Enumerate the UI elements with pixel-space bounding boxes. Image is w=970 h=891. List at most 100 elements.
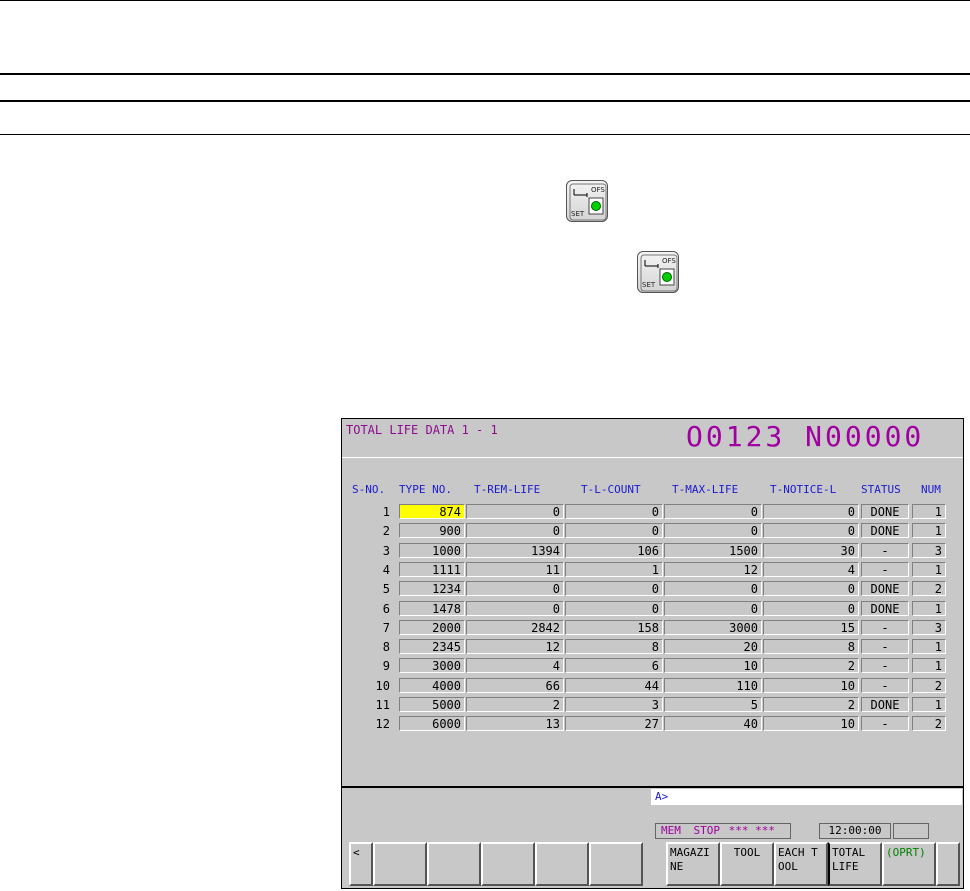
- cell-count[interactable]: 158: [565, 619, 663, 635]
- cell-type[interactable]: 1000: [399, 542, 465, 558]
- cell-notice[interactable]: 10: [763, 716, 859, 732]
- cell-rem[interactable]: 13: [466, 716, 564, 732]
- cell-status[interactable]: DONE: [861, 697, 909, 712]
- cell-status[interactable]: -: [861, 561, 909, 577]
- table-row: 11 5000 2 3 5 2 DONE 1: [342, 696, 963, 715]
- cell-notice[interactable]: 30: [763, 542, 859, 558]
- cell-rem[interactable]: 66: [466, 677, 564, 693]
- cell-type[interactable]: 874: [399, 504, 465, 519]
- cell-count[interactable]: 0: [565, 504, 663, 519]
- cell-num[interactable]: 1: [912, 523, 946, 539]
- cell-num[interactable]: 1: [912, 697, 946, 712]
- softkey-blank-1[interactable]: [373, 842, 427, 886]
- cell-type[interactable]: 900: [399, 523, 465, 539]
- cell-status[interactable]: DONE: [861, 581, 909, 597]
- cell-max[interactable]: 0: [664, 600, 762, 616]
- cell-count[interactable]: 27: [565, 716, 663, 732]
- cell-count[interactable]: 1: [565, 561, 663, 577]
- softkey-left-arrow[interactable]: <: [349, 842, 373, 886]
- cell-count[interactable]: 6: [565, 658, 663, 674]
- cell-max[interactable]: 12: [664, 561, 762, 577]
- cell-count[interactable]: 106: [565, 542, 663, 558]
- cell-type[interactable]: 3000: [399, 658, 465, 674]
- cell-notice[interactable]: 0: [763, 523, 859, 539]
- softkey-magazine[interactable]: MAGAZINE: [666, 842, 720, 886]
- cell-max[interactable]: 1500: [664, 542, 762, 558]
- cell-type[interactable]: 6000: [399, 716, 465, 732]
- cell-status[interactable]: -: [861, 716, 909, 732]
- cell-type[interactable]: 2000: [399, 619, 465, 635]
- cell-num[interactable]: 1: [912, 504, 946, 519]
- softkey-blank-2[interactable]: [427, 842, 481, 886]
- cell-type[interactable]: 1478: [399, 600, 465, 616]
- cell-rem[interactable]: 4: [466, 658, 564, 674]
- cell-max[interactable]: 3000: [664, 619, 762, 635]
- cell-rem[interactable]: 0: [466, 581, 564, 597]
- cell-rem[interactable]: 0: [466, 600, 564, 616]
- cell-max[interactable]: 0: [664, 504, 762, 519]
- set-label-2: SET: [642, 281, 656, 289]
- cell-max[interactable]: 20: [664, 639, 762, 655]
- cell-count[interactable]: 8: [565, 639, 663, 655]
- softkey-oprt[interactable]: (OPRT): [882, 842, 936, 886]
- cell-rem[interactable]: 2: [466, 697, 564, 712]
- cell-status[interactable]: DONE: [861, 504, 909, 519]
- cell-rem[interactable]: 11: [466, 561, 564, 577]
- cell-count[interactable]: 0: [565, 600, 663, 616]
- cell-status[interactable]: -: [861, 658, 909, 674]
- cell-status[interactable]: DONE: [861, 600, 909, 616]
- cell-max[interactable]: 10: [664, 658, 762, 674]
- cell-num[interactable]: 1: [912, 600, 946, 616]
- cell-max[interactable]: 0: [664, 581, 762, 597]
- command-input[interactable]: A>: [651, 789, 962, 805]
- cell-num[interactable]: 1: [912, 639, 946, 655]
- cell-notice[interactable]: 2: [763, 658, 859, 674]
- softkey-blank-4[interactable]: [535, 842, 589, 886]
- cell-notice[interactable]: 15: [763, 619, 859, 635]
- cell-count[interactable]: 44: [565, 677, 663, 693]
- cell-num[interactable]: 1: [912, 658, 946, 674]
- cell-max[interactable]: 0: [664, 523, 762, 539]
- cell-type[interactable]: 1234: [399, 581, 465, 597]
- cell-num[interactable]: 1: [912, 561, 946, 577]
- cell-notice[interactable]: 8: [763, 639, 859, 655]
- cell-max[interactable]: 5: [664, 697, 762, 712]
- cell-count[interactable]: 0: [565, 581, 663, 597]
- cell-max[interactable]: 40: [664, 716, 762, 732]
- cell-rem[interactable]: 2842: [466, 619, 564, 635]
- softkey-tool[interactable]: TOOL: [720, 842, 774, 886]
- cell-num[interactable]: 3: [912, 619, 946, 635]
- cell-rem[interactable]: 1394: [466, 542, 564, 558]
- cell-max[interactable]: 110: [664, 677, 762, 693]
- cell-rem[interactable]: 0: [466, 504, 564, 519]
- cell-type[interactable]: 5000: [399, 697, 465, 712]
- cell-count[interactable]: 0: [565, 523, 663, 539]
- cell-num[interactable]: 2: [912, 716, 946, 732]
- cell-rem[interactable]: 0: [466, 523, 564, 539]
- cell-num[interactable]: 3: [912, 542, 946, 558]
- cell-notice[interactable]: 0: [763, 600, 859, 616]
- cell-notice[interactable]: 0: [763, 581, 859, 597]
- cell-type[interactable]: 4000: [399, 677, 465, 693]
- softkey-right-blank[interactable]: [936, 842, 960, 886]
- softkey-total-life[interactable]: TOTAL LIFE: [828, 842, 882, 886]
- cell-status[interactable]: -: [861, 677, 909, 693]
- cell-type[interactable]: 1111: [399, 561, 465, 577]
- cell-notice[interactable]: 2: [763, 697, 859, 712]
- cell-notice[interactable]: 10: [763, 677, 859, 693]
- cell-status[interactable]: -: [861, 542, 909, 558]
- cell-num[interactable]: 2: [912, 581, 946, 597]
- cell-rem[interactable]: 12: [466, 639, 564, 655]
- softkey-blank-5[interactable]: [589, 842, 643, 886]
- cell-count[interactable]: 3: [565, 697, 663, 712]
- softkey-total-life-label: TOTAL LIFE: [832, 846, 866, 873]
- cell-status[interactable]: DONE: [861, 523, 909, 539]
- cell-notice[interactable]: 4: [763, 561, 859, 577]
- softkey-blank-3[interactable]: [481, 842, 535, 886]
- softkey-each-tool[interactable]: EACH TOOL: [774, 842, 828, 886]
- cell-status[interactable]: -: [861, 639, 909, 655]
- cell-num[interactable]: 2: [912, 677, 946, 693]
- cell-status[interactable]: -: [861, 619, 909, 635]
- cell-type[interactable]: 2345: [399, 639, 465, 655]
- cell-notice[interactable]: 0: [763, 504, 859, 519]
